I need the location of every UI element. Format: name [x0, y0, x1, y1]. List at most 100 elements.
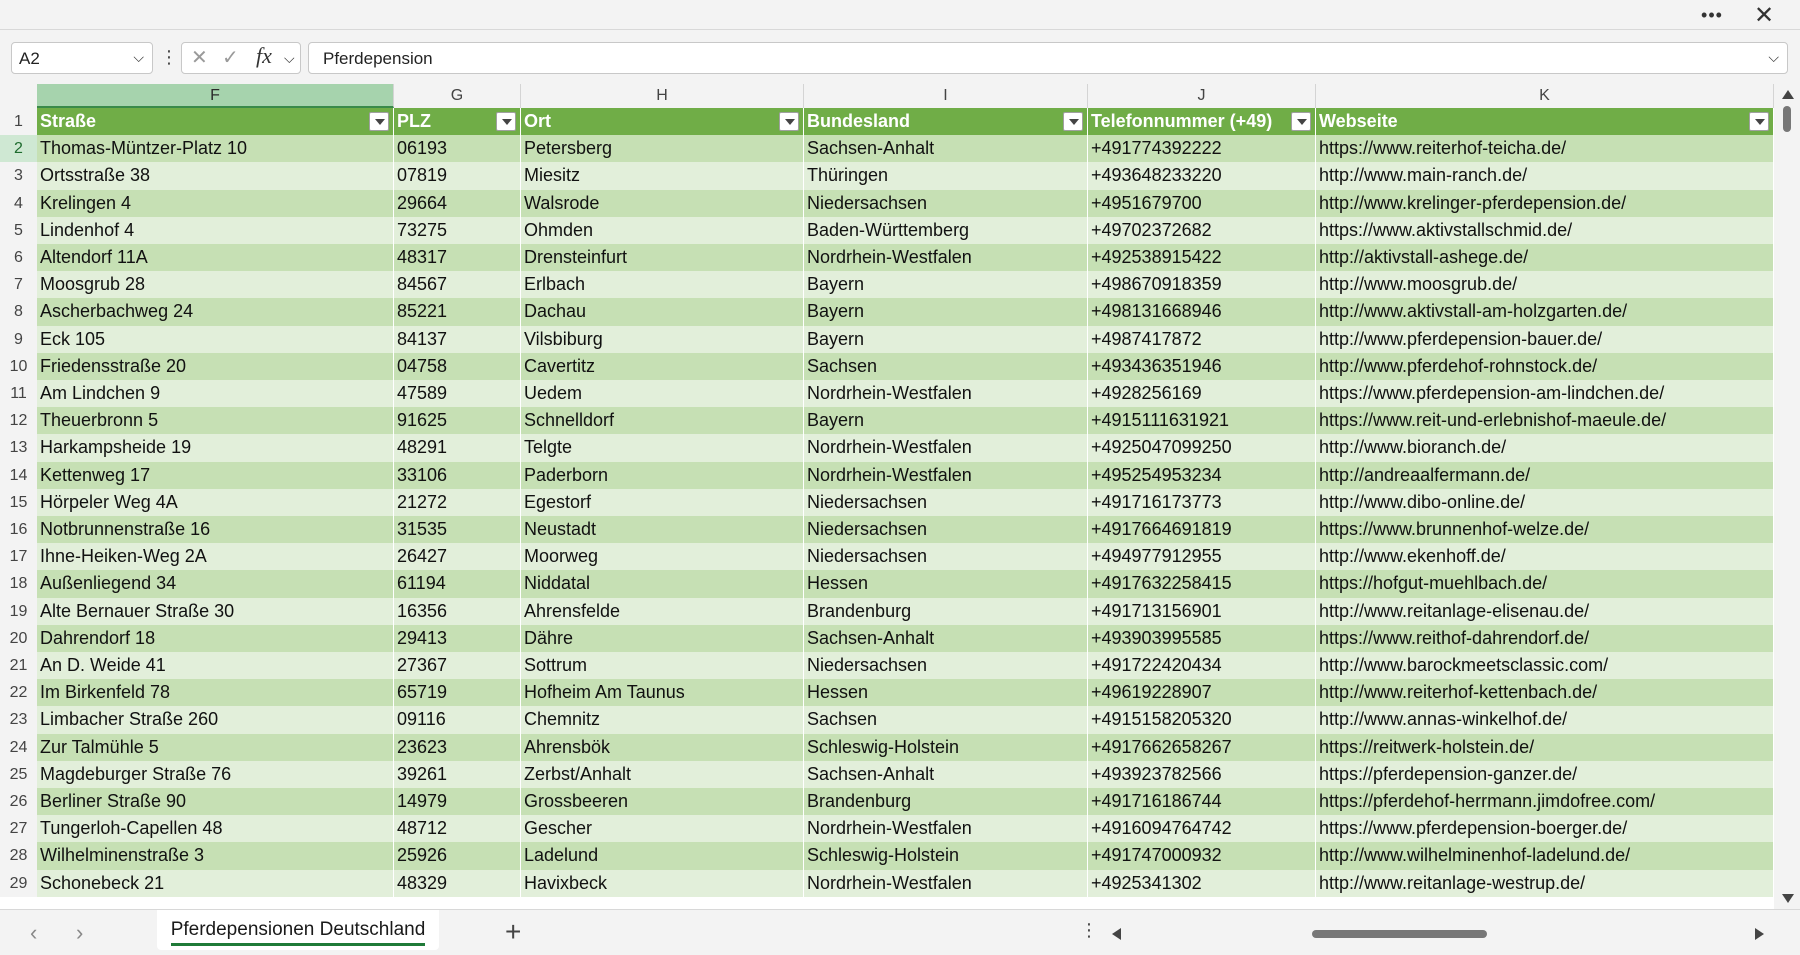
select-all-corner[interactable]	[0, 84, 37, 108]
row-number[interactable]: 2	[0, 135, 37, 163]
table-cell[interactable]: Ahrensbök	[521, 733, 804, 761]
table-cell[interactable]: http://www.wilhelminenhof-ladelund.de/	[1316, 842, 1774, 870]
table-cell[interactable]: 65719	[394, 679, 521, 707]
table-header-cell[interactable]: Webseite	[1316, 108, 1774, 136]
table-cell[interactable]: +491713156901	[1088, 597, 1316, 625]
table-cell[interactable]: Gescher	[521, 815, 804, 843]
table-cell[interactable]: Telgte	[521, 434, 804, 462]
table-cell[interactable]: Niedersachsen	[804, 652, 1088, 680]
table-cell[interactable]: 48291	[394, 434, 521, 462]
table-cell[interactable]: +491747000932	[1088, 842, 1316, 870]
table-cell[interactable]: +4915111631921	[1088, 407, 1316, 435]
filter-dropdown-icon[interactable]	[1291, 112, 1311, 131]
table-cell[interactable]: Nordrhein-Westfalen	[804, 869, 1088, 897]
insert-function-icon[interactable]: fx	[256, 43, 272, 69]
table-cell[interactable]: Wilhelminenstraße 3	[37, 842, 394, 870]
table-header-cell[interactable]: PLZ	[394, 108, 521, 136]
table-cell[interactable]: +491774392222	[1088, 135, 1316, 163]
row-number[interactable]: 6	[0, 244, 37, 272]
row-number[interactable]: 25	[0, 760, 37, 788]
table-cell[interactable]: Schleswig-Holstein	[804, 842, 1088, 870]
table-cell[interactable]: 06193	[394, 135, 521, 163]
row-number[interactable]: 14	[0, 461, 37, 489]
tab-options-icon[interactable]: ⋮	[1080, 920, 1098, 941]
chevron-down-icon[interactable]: ⌵	[133, 49, 144, 66]
table-cell[interactable]: Ladelund	[521, 842, 804, 870]
chevron-right-icon[interactable]: ›	[76, 920, 83, 946]
table-cell[interactable]: Niddatal	[521, 570, 804, 598]
table-cell[interactable]: Sachsen-Anhalt	[804, 135, 1088, 163]
table-cell[interactable]: Cavertitz	[521, 352, 804, 380]
scroll-right-icon[interactable]	[1755, 928, 1764, 940]
row-number[interactable]: 24	[0, 733, 37, 761]
scroll-left-icon[interactable]	[1112, 928, 1121, 940]
table-cell[interactable]: Baden-Württemberg	[804, 216, 1088, 244]
table-cell[interactable]: 29664	[394, 189, 521, 217]
table-cell[interactable]: Sachsen-Anhalt	[804, 760, 1088, 788]
table-cell[interactable]: Niedersachsen	[804, 543, 1088, 571]
table-cell[interactable]: Theuerbronn 5	[37, 407, 394, 435]
column-header-k[interactable]: K	[1316, 84, 1774, 108]
table-cell[interactable]: +49619228907	[1088, 679, 1316, 707]
sheet-tab-active[interactable]: Pferdepensionen Deutschland	[157, 910, 439, 950]
column-header-h[interactable]: H	[521, 84, 804, 108]
table-cell[interactable]: https://www.pferdepension-boerger.de/	[1316, 815, 1774, 843]
table-cell[interactable]: 47589	[394, 380, 521, 408]
table-cell[interactable]: Bayern	[804, 407, 1088, 435]
table-cell[interactable]: http://www.reitanlage-elisenau.de/	[1316, 597, 1774, 625]
table-cell[interactable]: Thüringen	[804, 162, 1088, 190]
table-cell[interactable]: Magdeburger Straße 76	[37, 760, 394, 788]
table-cell[interactable]: +498670918359	[1088, 271, 1316, 299]
row-number[interactable]: 4	[0, 189, 37, 217]
table-cell[interactable]: +493436351946	[1088, 352, 1316, 380]
table-cell[interactable]: 29413	[394, 624, 521, 652]
table-cell[interactable]: http://www.bioranch.de/	[1316, 434, 1774, 462]
table-cell[interactable]: Ortsstraße 38	[37, 162, 394, 190]
table-cell[interactable]: 04758	[394, 352, 521, 380]
table-cell[interactable]: https://reitwerk-holstein.de/	[1316, 733, 1774, 761]
row-number[interactable]: 1	[0, 108, 37, 136]
table-cell[interactable]: +4928256169	[1088, 380, 1316, 408]
table-cell[interactable]: An D. Weide 41	[37, 652, 394, 680]
row-number[interactable]: 9	[0, 325, 37, 353]
table-cell[interactable]: Egestorf	[521, 488, 804, 516]
table-cell[interactable]: Ahrensfelde	[521, 597, 804, 625]
table-cell[interactable]: +49702372682	[1088, 216, 1316, 244]
table-cell[interactable]: http://www.krelinger-pferdepension.de/	[1316, 189, 1774, 217]
filter-dropdown-icon[interactable]	[369, 112, 389, 131]
row-number[interactable]: 5	[0, 216, 37, 244]
table-cell[interactable]: +4917662658267	[1088, 733, 1316, 761]
table-cell[interactable]: Limbacher Straße 260	[37, 706, 394, 734]
table-cell[interactable]: +491716173773	[1088, 488, 1316, 516]
table-cell[interactable]: Bayern	[804, 271, 1088, 299]
filter-dropdown-icon[interactable]	[496, 112, 516, 131]
table-cell[interactable]: Vilsbiburg	[521, 325, 804, 353]
table-cell[interactable]: Havixbeck	[521, 869, 804, 897]
horizontal-scroll-thumb[interactable]	[1312, 930, 1487, 938]
table-cell[interactable]: Ohmden	[521, 216, 804, 244]
table-cell[interactable]: Friedensstraße 20	[37, 352, 394, 380]
table-cell[interactable]: +4987417872	[1088, 325, 1316, 353]
confirm-icon[interactable]: ✓	[222, 45, 239, 70]
table-cell[interactable]: Sottrum	[521, 652, 804, 680]
table-cell[interactable]: Krelingen 4	[37, 189, 394, 217]
table-cell[interactable]: Kettenweg 17	[37, 461, 394, 489]
filter-dropdown-icon[interactable]	[1063, 112, 1083, 131]
table-cell[interactable]: Alte Bernauer Straße 30	[37, 597, 394, 625]
row-number[interactable]: 12	[0, 407, 37, 435]
row-number[interactable]: 27	[0, 815, 37, 843]
table-cell[interactable]: Hessen	[804, 570, 1088, 598]
row-number[interactable]: 3	[0, 162, 37, 190]
table-cell[interactable]: https://www.pferdepension-am-lindchen.de…	[1316, 380, 1774, 408]
table-cell[interactable]: https://www.reithof-dahrendorf.de/	[1316, 624, 1774, 652]
table-cell[interactable]: Dachau	[521, 298, 804, 326]
table-cell[interactable]: Hofheim Am Taunus	[521, 679, 804, 707]
table-cell[interactable]: Am Lindchen 9	[37, 380, 394, 408]
row-number[interactable]: 10	[0, 352, 37, 380]
add-sheet-icon[interactable]: +	[505, 916, 521, 948]
table-cell[interactable]: 27367	[394, 652, 521, 680]
table-cell[interactable]: +491716186744	[1088, 788, 1316, 816]
table-cell[interactable]: Nordrhein-Westfalen	[804, 434, 1088, 462]
filter-dropdown-icon[interactable]	[1749, 112, 1769, 131]
table-cell[interactable]: 39261	[394, 760, 521, 788]
